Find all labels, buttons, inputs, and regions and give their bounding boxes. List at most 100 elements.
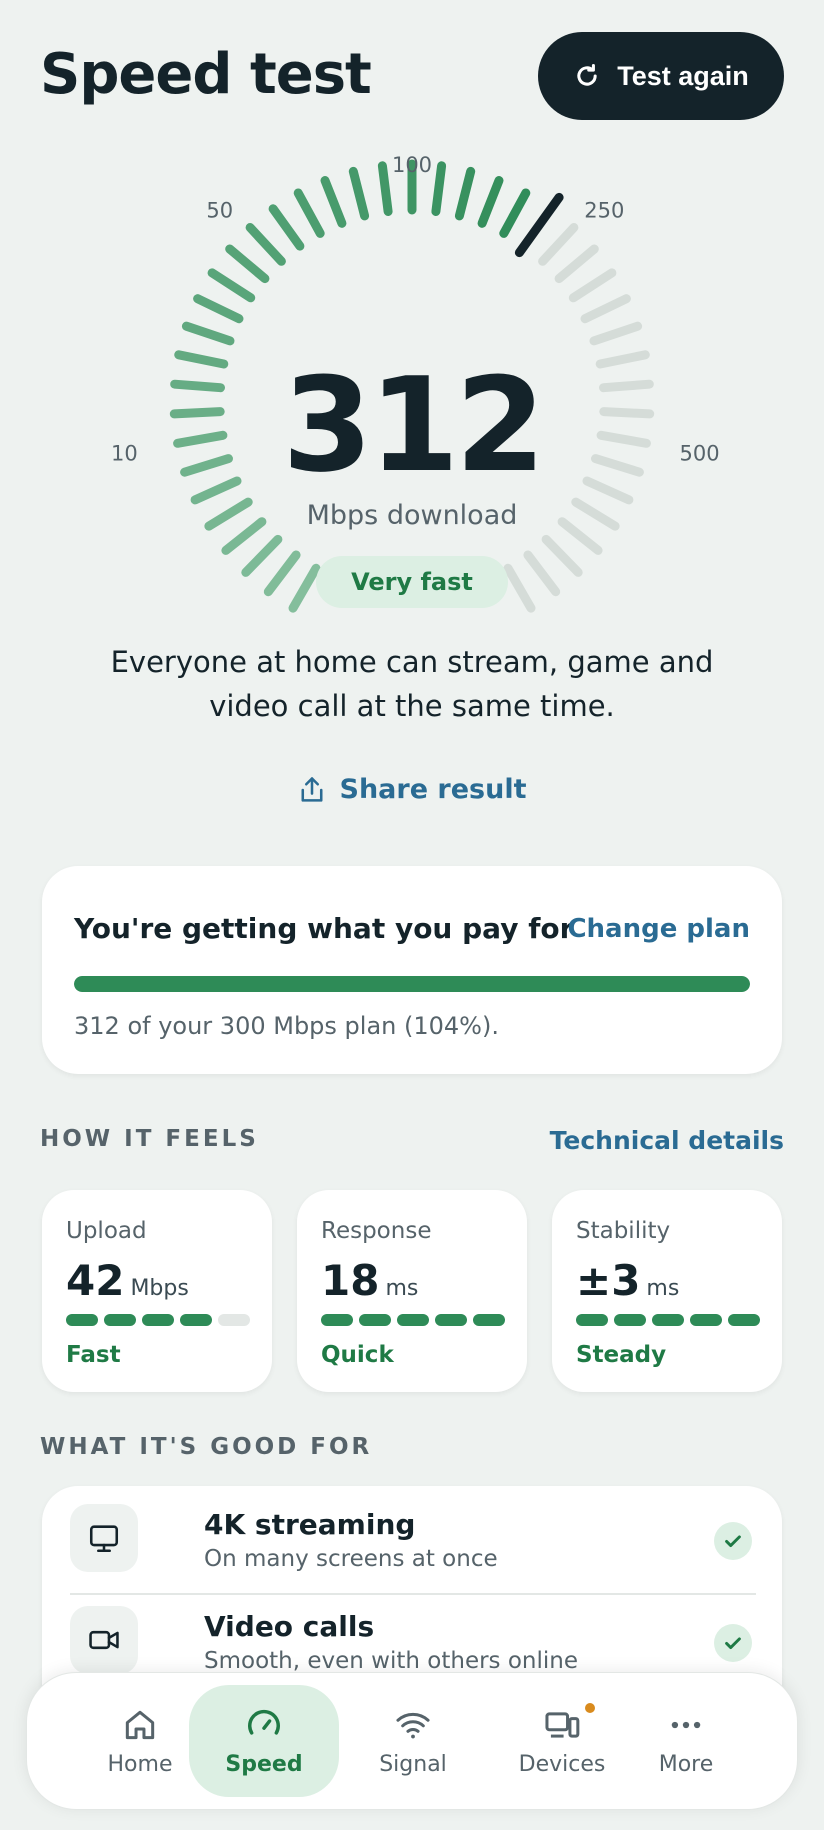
speedometer-icon: [248, 1709, 280, 1735]
good-for-title: Video calls: [204, 1610, 375, 1643]
gauge-tick-filled: [499, 188, 531, 238]
level-bar: [397, 1314, 429, 1326]
metric-rating: Steady: [576, 1342, 667, 1368]
list-item[interactable]: 4K streaming On many screens at once: [70, 1492, 756, 1592]
metric-label: Upload: [66, 1218, 147, 1244]
plan-note: 312 of your 300 Mbps plan (104%).: [74, 1012, 499, 1040]
metric-unit: ms: [385, 1276, 419, 1301]
check-icon: [725, 1637, 741, 1650]
change-plan-link[interactable]: Change plan: [567, 914, 750, 944]
metric-value: 18 ms: [321, 1256, 418, 1305]
metric-number: ±3: [576, 1256, 641, 1305]
gauge-tick-filled: [348, 166, 370, 221]
gauge-tick-filled: [207, 268, 256, 303]
gauge-tick-empty: [541, 534, 583, 577]
nav-label: More: [658, 1751, 714, 1777]
home-icon: [125, 1710, 155, 1739]
plan-progress-bar: [74, 976, 750, 992]
metric-label: Response: [321, 1218, 432, 1244]
gauge-tick-filled: [320, 176, 347, 228]
response-metric-card[interactable]: Response 18 ms Quick: [297, 1190, 527, 1392]
speed-rating-badge: Very fast: [316, 556, 508, 608]
gauge-tick-filled: [268, 204, 305, 251]
plan-progress-fill: [74, 976, 750, 992]
download-speed-unit: Mbps download: [306, 500, 518, 531]
gauge-tick-empty: [589, 321, 643, 346]
gauge-tick-filled: [193, 294, 244, 324]
gauge-tick-empty: [568, 268, 617, 303]
good-for-subtitle: Smooth, even with others online: [204, 1648, 578, 1674]
refresh-icon: [577, 63, 597, 86]
level-bar: [435, 1314, 467, 1326]
level-bar: [66, 1314, 98, 1326]
good-for-title: 4K streaming: [204, 1508, 416, 1541]
plan-card: You're getting what you pay for Change p…: [42, 866, 782, 1074]
gauge-tick-empty: [503, 563, 536, 613]
test-again-button[interactable]: Test again: [538, 32, 784, 120]
gauge-tick-empty: [554, 244, 599, 284]
page-title: Speed test: [40, 42, 372, 107]
level-bar: [690, 1314, 722, 1326]
gauge-scale-label: 50: [206, 199, 233, 223]
level-bar: [142, 1314, 174, 1326]
technical-details-link[interactable]: Technical details: [550, 1126, 784, 1155]
share-result-link[interactable]: Share result: [0, 774, 824, 805]
more-icon: [671, 1721, 701, 1728]
level-bar: [614, 1314, 646, 1326]
nav-label: Home: [107, 1751, 173, 1777]
metric-rating: Fast: [66, 1342, 121, 1368]
devices-icon: [545, 1711, 580, 1738]
gauge-tick-filled: [293, 188, 325, 238]
good-for-subtitle: On many screens at once: [204, 1546, 498, 1572]
metric-label: Stability: [576, 1218, 671, 1244]
level-bar: [321, 1314, 353, 1326]
level-bar: [180, 1314, 212, 1326]
gauge-tick-filled: [477, 176, 504, 228]
how-it-feels-heading: HOW IT FEELS: [40, 1126, 259, 1152]
metric-number: 42: [66, 1256, 125, 1305]
gauge-tick-filled: [288, 563, 321, 613]
video-camera-icon: [89, 1630, 119, 1650]
gauge-tick-filled: [263, 550, 301, 597]
gauge-scale-label: 250: [584, 199, 624, 223]
gauge-tick-filled: [225, 244, 270, 284]
speed-summary: Everyone at home can stream, game and vi…: [110, 645, 714, 723]
gauge-tick-filled: [454, 166, 476, 221]
plan-status-title: You're getting what you pay for: [74, 912, 574, 945]
upload-metric-card[interactable]: Upload 42 Mbps Fast: [42, 1190, 272, 1392]
metric-rating: Quick: [321, 1342, 394, 1368]
level-bar: [473, 1314, 505, 1326]
notification-dot: [585, 1703, 595, 1713]
monitor-icon: [89, 1525, 119, 1553]
check-icon: [725, 1535, 741, 1548]
gauge-tick-filled: [431, 161, 447, 216]
nav-item-more[interactable]: More: [611, 1685, 761, 1797]
nav-label: Speed: [225, 1751, 303, 1777]
nav-item-speed[interactable]: Speed: [189, 1685, 339, 1797]
gauge-tick-filled: [181, 321, 235, 346]
level-bar: [576, 1314, 608, 1326]
metric-value: 42 Mbps: [66, 1256, 189, 1305]
gauge-tick-filled: [245, 223, 286, 266]
metric-number: 18: [321, 1256, 380, 1305]
gauge-tick-filled: [241, 534, 283, 577]
metric-value: ±3 ms: [576, 1256, 679, 1305]
metric-level-bars: [66, 1314, 250, 1326]
nav-label: Devices: [518, 1751, 606, 1777]
nav-item-signal[interactable]: Signal: [338, 1685, 488, 1797]
test-again-label: Test again: [617, 60, 749, 91]
metric-unit: ms: [646, 1276, 680, 1301]
gauge-tick-empty: [538, 223, 579, 266]
gauge-tick-empty: [580, 294, 631, 324]
level-bar: [728, 1314, 760, 1326]
bottom-nav: Home Speed Signal Devices More: [26, 1672, 798, 1810]
gauge-tick-filled: [377, 161, 393, 216]
good-for-heading: WHAT IT'S GOOD FOR: [40, 1434, 373, 1460]
nav-label: Signal: [379, 1751, 447, 1777]
metric-level-bars: [576, 1314, 760, 1326]
wifi-icon: [396, 1712, 430, 1738]
share-icon: [301, 776, 322, 802]
level-bar: [652, 1314, 684, 1326]
gauge-scale-label: 100: [392, 153, 432, 177]
stability-metric-card[interactable]: Stability ±3 ms Steady: [552, 1190, 782, 1392]
